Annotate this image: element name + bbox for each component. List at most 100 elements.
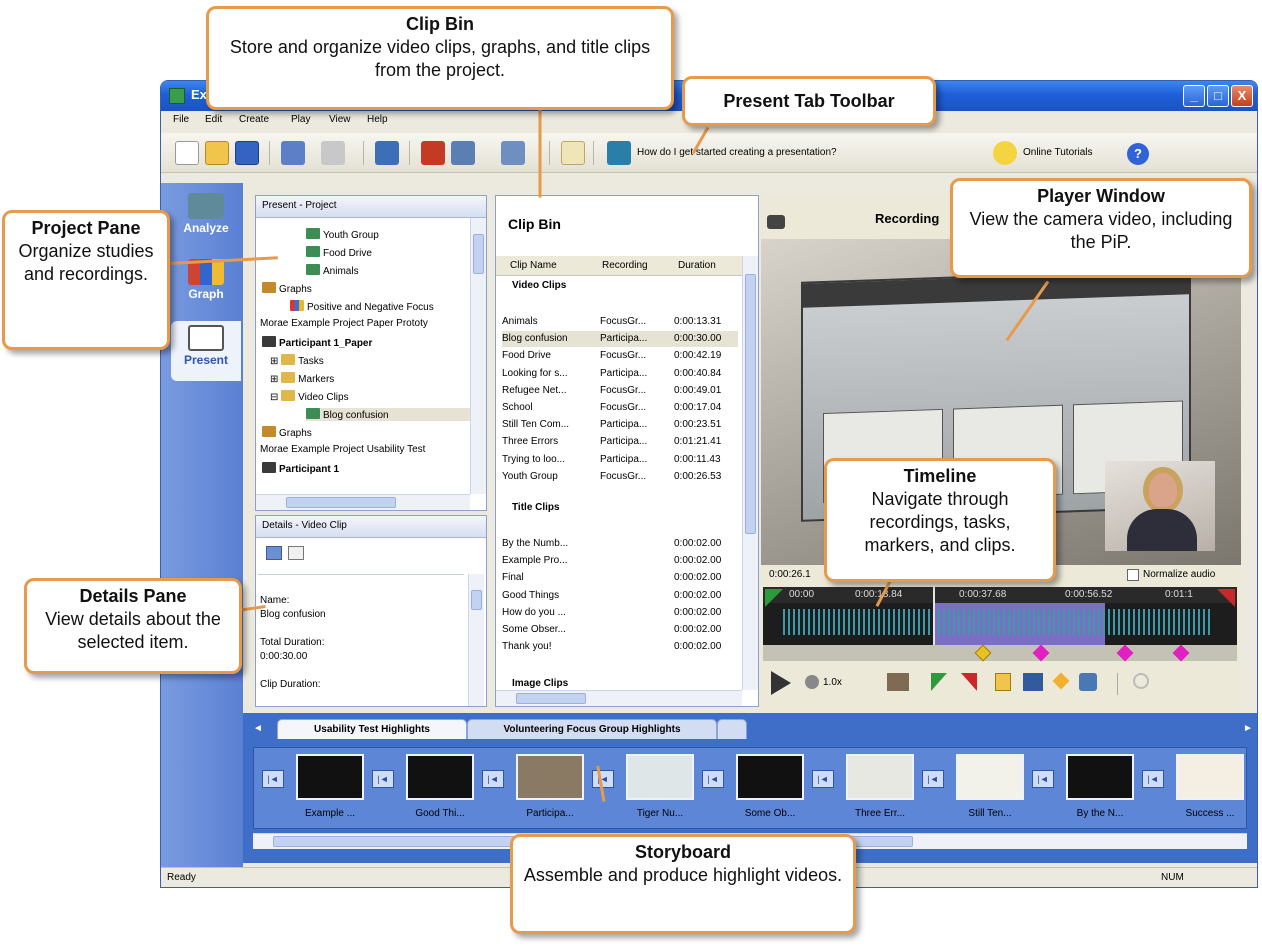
clip-row[interactable]: Food Drive FocusGr... 0:00:42.19 [502, 348, 738, 364]
clip-row[interactable]: Thank you! 0:00:02.00 [502, 639, 738, 655]
tree-item[interactable]: Morae Example Project Paper Prototy [260, 318, 428, 329]
redo-icon[interactable] [321, 141, 345, 165]
expand-icon[interactable]: ⊞ [270, 374, 281, 385]
column-duration[interactable]: Duration [678, 260, 716, 271]
transition-icon[interactable]: |◄ [922, 770, 944, 788]
playback-speed-dropdown[interactable]: 1.0x [823, 677, 842, 688]
details-vertical-scrollbar[interactable] [468, 574, 484, 706]
storyboard-clip-thumbnail[interactable] [846, 754, 914, 800]
storyboard-clip-thumbnail[interactable] [1176, 754, 1244, 800]
transition-icon[interactable]: |◄ [812, 770, 834, 788]
storyboard-tab-volunteering[interactable]: Volunteering Focus Group Highlights [467, 719, 717, 739]
tree-item[interactable]: Participant 1_Paper [262, 336, 372, 349]
open-folder-icon[interactable] [205, 141, 229, 165]
task-icon[interactable] [995, 673, 1011, 691]
clip-row[interactable]: Final 0:00:02.00 [502, 570, 738, 586]
import-icon[interactable] [375, 141, 399, 165]
clip-row[interactable]: Still Ten Com... Participa... 0:00:23.51 [502, 417, 738, 433]
clip-icon[interactable] [887, 673, 909, 691]
zoom-icon[interactable] [1133, 673, 1149, 689]
tree-item[interactable]: Participant 1 [262, 462, 339, 475]
mode-present[interactable]: Present [171, 321, 241, 381]
tree-item[interactable]: Youth Group [306, 228, 379, 241]
edit-icon[interactable] [288, 546, 304, 560]
storyboard-clip-thumbnail[interactable] [296, 754, 364, 800]
title-clip-icon[interactable] [421, 141, 445, 165]
tree-item[interactable]: Positive and Negative Focus [290, 300, 434, 313]
scroll-thumb[interactable] [473, 234, 484, 274]
menu-help[interactable]: Help [367, 114, 388, 125]
minimize-button[interactable]: _ [1183, 85, 1205, 107]
storyboard-clip-thumbnail[interactable] [406, 754, 474, 800]
clip-row[interactable]: Refugee Net... FocusGr... 0:00:49.01 [502, 383, 738, 399]
tree-item-selected[interactable]: Blog confusion [306, 408, 470, 421]
menu-play[interactable]: Play [291, 114, 310, 125]
help-icon[interactable]: ? [1127, 143, 1149, 165]
storyboard-tab-usability[interactable]: Usability Test Highlights [277, 719, 467, 739]
clip-row[interactable]: Three Errors Participa... 0:01:21.41 [502, 434, 738, 450]
clip-icon[interactable] [451, 141, 475, 165]
clip-row[interactable]: Youth Group FocusGr... 0:00:26.53 [502, 469, 738, 485]
close-button[interactable]: X [1231, 85, 1253, 107]
project-horizontal-scrollbar[interactable] [256, 494, 470, 510]
clip-bin-vertical-scrollbar[interactable] [742, 256, 758, 690]
clip-row[interactable]: Looking for s... Participa... 0:00:40.84 [502, 366, 738, 382]
column-recording[interactable]: Recording [602, 260, 648, 271]
play-icon[interactable] [771, 671, 791, 695]
marker-icon[interactable] [1116, 644, 1134, 662]
transition-icon[interactable]: |◄ [592, 770, 614, 788]
clip-row[interactable]: Trying to loo... Participa... 0:00:11.43 [502, 452, 738, 468]
online-tutorials-link[interactable]: Online Tutorials [1023, 147, 1092, 158]
undo-icon[interactable] [281, 141, 305, 165]
book-icon[interactable] [607, 141, 631, 165]
set-end-icon[interactable] [961, 673, 977, 691]
maximize-button[interactable]: □ [1207, 85, 1229, 107]
marker-icon[interactable] [1172, 644, 1190, 662]
tree-item[interactable]: Animals [306, 264, 359, 277]
tree-item[interactable]: ⊞ Tasks [270, 354, 324, 367]
set-start-icon[interactable] [931, 673, 947, 691]
tree-item[interactable]: Food Drive [306, 246, 372, 259]
menu-edit[interactable]: Edit [205, 114, 222, 125]
project-vertical-scrollbar[interactable] [470, 218, 486, 494]
expand-icon[interactable]: ⊞ [270, 356, 281, 367]
clip-row[interactable]: Some Obser... 0:00:02.00 [502, 622, 738, 638]
new-icon[interactable] [175, 141, 199, 165]
tree-item[interactable]: Graphs [262, 426, 312, 439]
scroll-thumb[interactable] [471, 590, 482, 610]
transition-icon[interactable]: |◄ [702, 770, 724, 788]
clip-row[interactable]: Example Pro... 0:00:02.00 [502, 553, 738, 569]
layout-icon[interactable] [501, 141, 525, 165]
storyboard-clip-thumbnail[interactable] [516, 754, 584, 800]
snapshot-icon[interactable] [1079, 673, 1097, 691]
marker-add-icon[interactable] [1052, 672, 1070, 690]
timeline[interactable]: 00:00 0:00:18.84 0:00:37.68 0:00:56.52 0… [763, 587, 1237, 645]
transition-icon[interactable]: |◄ [1142, 770, 1164, 788]
transition-icon[interactable]: |◄ [262, 770, 284, 788]
storyboard-tab-new[interactable] [717, 719, 747, 739]
clip-row[interactable]: Good Things 0:00:02.00 [502, 588, 738, 604]
camera-icon[interactable] [767, 215, 785, 229]
playhead[interactable] [933, 587, 935, 645]
mode-analyze[interactable]: Analyze [171, 189, 241, 249]
clip-row[interactable]: How do you ... 0:00:02.00 [502, 605, 738, 621]
clip-row[interactable]: By the Numb... 0:00:02.00 [502, 536, 738, 552]
scroll-thumb[interactable] [286, 497, 396, 508]
task-marker-icon[interactable] [974, 644, 992, 662]
storyboard-clip-thumbnail[interactable] [736, 754, 804, 800]
clip-row[interactable]: Animals FocusGr... 0:00:13.31 [502, 314, 738, 330]
column-clip-name[interactable]: Clip Name [510, 260, 557, 271]
collapse-icon[interactable]: ⊟ [270, 392, 281, 403]
scroll-thumb[interactable] [745, 274, 756, 534]
transition-icon[interactable]: |◄ [482, 770, 504, 788]
lightbulb-icon[interactable] [993, 141, 1017, 165]
marker-icon[interactable] [1032, 644, 1050, 662]
list-icon[interactable] [561, 141, 585, 165]
tree-item[interactable]: ⊞ Markers [270, 372, 334, 385]
transition-icon[interactable]: |◄ [372, 770, 394, 788]
clip-row[interactable]: School FocusGr... 0:00:17.04 [502, 400, 738, 416]
menu-view[interactable]: View [329, 114, 351, 125]
copy-icon[interactable] [266, 546, 282, 560]
scroll-thumb[interactable] [516, 693, 586, 704]
tree-item[interactable]: Morae Example Project Usability Test [260, 444, 425, 455]
